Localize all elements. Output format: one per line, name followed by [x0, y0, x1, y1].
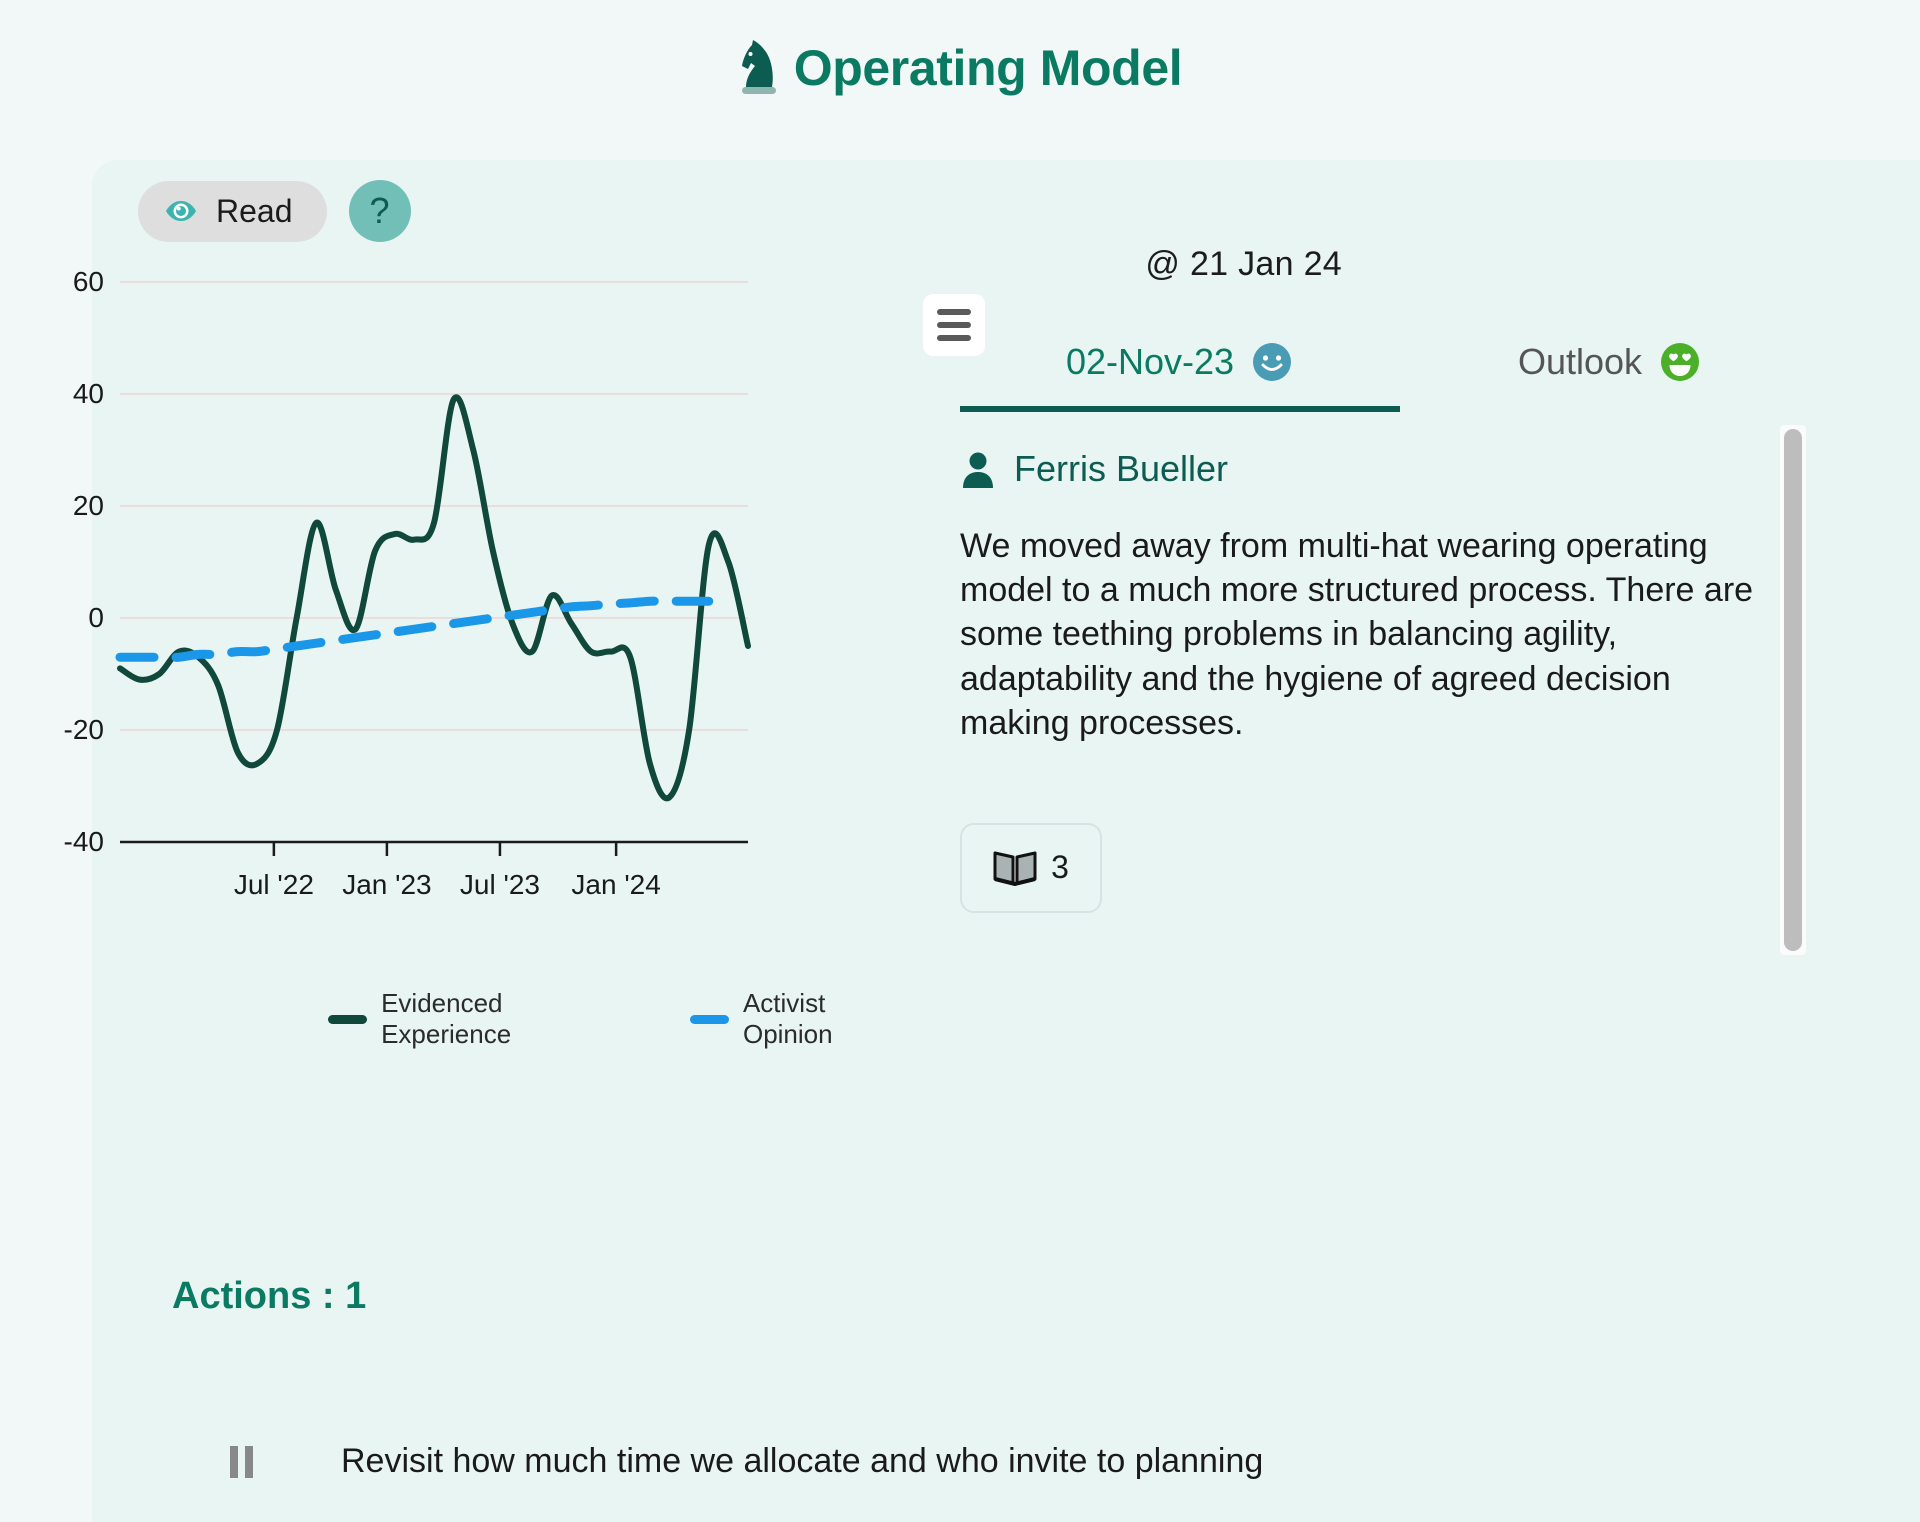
legend-item: Activist Opinion	[689, 988, 918, 1050]
comment-text: We moved away from multi-hat wearing ope…	[960, 527, 1754, 742]
read-button-label: Read	[216, 192, 293, 229]
pause-icon	[230, 1445, 253, 1478]
action-item-text: Revisit how much time we allocate and wh…	[341, 1442, 1264, 1480]
svg-text:20: 20	[73, 490, 104, 521]
svg-text:-20: -20	[64, 714, 104, 745]
svg-text:Jan '24: Jan '24	[571, 869, 660, 900]
chart-legend: Evidenced Experience Activist Opinion	[48, 988, 918, 1050]
legend-label: Activist Opinion	[742, 988, 833, 1049]
svg-text:40: 40	[73, 378, 104, 409]
comment-author: Ferris Bueller	[960, 448, 1820, 490]
chart-container: -40 -20 0 20 40 60 Jul '22 Jan '23 Jul '23 Jan '2…	[48, 262, 985, 982]
legend-item: Evidenced Experience	[328, 988, 634, 1050]
legend-swatch-activist	[689, 1014, 729, 1024]
book-count-label: 3	[1051, 849, 1069, 886]
chart-column: Read ? -40 -20 0 20 40 60 Jul '22 Jan '23 Jul '2…	[48, 180, 985, 1050]
comment-tabs: 02-Nov-23 Outlook	[960, 340, 1820, 412]
chess-knight-icon	[741, 39, 776, 94]
page-header: Operating Model	[0, 0, 1920, 135]
comment-scrollbar[interactable]	[1780, 425, 1806, 955]
legend-swatch-evidenced	[328, 1014, 368, 1024]
legend-label: Evidenced Experience	[381, 988, 512, 1049]
svg-text:Jan '23: Jan '23	[342, 869, 431, 900]
heart-eyes-smiling-face-icon	[1661, 343, 1700, 381]
tab-label: 02-Nov-23	[1065, 341, 1235, 382]
author-name: Ferris Bueller	[1014, 448, 1229, 489]
chart-controls: Read ?	[48, 180, 918, 242]
as-of-date: @ 21 Jan 24	[1145, 245, 1342, 283]
read-button[interactable]: Read	[138, 180, 327, 242]
slightly-smiling-face-icon	[1253, 343, 1292, 381]
tab-label: Outlook	[1517, 341, 1643, 382]
comment-panel: 02-Nov-23 Outlook Ferris Bueller We move…	[960, 340, 1820, 913]
action-item[interactable]: Revisit how much time we allocate and wh…	[230, 1442, 1263, 1481]
scrollbar-thumb[interactable]	[1784, 429, 1802, 951]
trend-line-chart: -40 -20 0 20 40 60 Jul '22 Jan '23 Jul '23 Jan '2…	[64, 266, 751, 900]
tab-outlook[interactable]: Outlook	[1420, 340, 1800, 406]
svg-text:Jul '23: Jul '23	[460, 869, 540, 900]
actions-heading: Actions : 1	[172, 1275, 367, 1317]
app-root: Operating Model @ 21 Jan 24 Read ? -40 -2…	[0, 0, 1920, 1522]
help-button[interactable]: ?	[348, 180, 411, 242]
svg-text:0: 0	[88, 602, 104, 633]
book-count-chip[interactable]: 3	[960, 822, 1102, 913]
svg-text:60: 60	[73, 266, 104, 297]
svg-text:Jul '22: Jul '22	[234, 869, 314, 900]
tab-02-nov-23[interactable]: 02-Nov-23	[960, 340, 1400, 412]
eye-icon	[166, 201, 196, 221]
svg-text:-40: -40	[64, 826, 104, 857]
person-icon	[963, 452, 993, 488]
page-title: Operating Model	[793, 39, 1183, 96]
open-book-icon	[993, 851, 1037, 886]
